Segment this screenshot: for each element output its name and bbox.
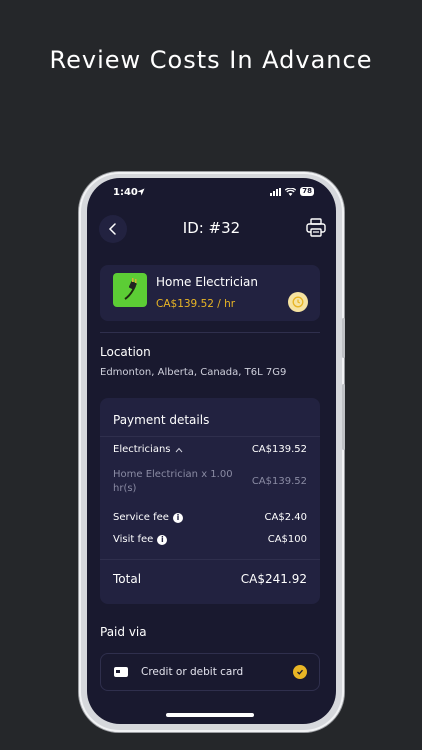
payment-details-card: Payment details Electricians CA$139.52 H… (100, 398, 320, 604)
line-item-value: CA$139.52 (251, 476, 307, 487)
visit-fee-value: CA$100 (267, 534, 307, 545)
credit-card-icon (114, 667, 128, 677)
wifi-icon (285, 187, 297, 196)
electricians-value: CA$139.52 (251, 444, 307, 455)
visit-fee-row: Visit fee i CA$100 (113, 534, 307, 545)
electricians-label: Electricians (113, 444, 171, 455)
signal-icon (270, 187, 282, 196)
clock-badge (288, 292, 308, 312)
service-fee-row: Service fee i CA$2.40 (113, 512, 307, 523)
divider (100, 559, 320, 560)
paid-via-title: Paid via (100, 625, 147, 639)
printer-icon (306, 218, 326, 237)
app-screen: 1:40 78 ID: #32 Home Electrician CA$139.… (87, 178, 336, 724)
home-indicator[interactable] (166, 713, 254, 717)
divider (100, 332, 320, 333)
location-title: Location (100, 345, 151, 359)
info-icon[interactable]: i (157, 534, 168, 545)
phone-side-button (342, 384, 345, 450)
clock-icon (292, 296, 304, 308)
service-card[interactable]: Home Electrician CA$139.52 / hr (100, 265, 320, 321)
total-value: CA$241.92 (240, 572, 307, 586)
service-rate: CA$139.52 / hr (156, 298, 236, 310)
service-fee-value: CA$2.40 (264, 512, 307, 523)
headline: Review Costs In Advance (49, 46, 373, 74)
location-address: Edmonton, Alberta, Canada, T6L 7G9 (100, 367, 287, 378)
total-row: Total CA$241.92 (113, 572, 307, 586)
status-time: 1:40 (113, 187, 138, 198)
payment-method-label: Credit or debit card (141, 666, 244, 678)
line-item-label: Home Electrician x 1.00 hr(s) (113, 469, 233, 494)
status-bar: 1:40 78 (87, 185, 336, 201)
line-item-row: Home Electrician x 1.00 hr(s) CA$139.52 (113, 468, 307, 496)
battery-indicator: 78 (300, 187, 314, 196)
electricians-row[interactable]: Electricians CA$139.52 (113, 444, 307, 455)
service-name: Home Electrician (156, 275, 259, 289)
service-fee-label: Service fee (113, 512, 169, 523)
payment-details-title: Payment details (113, 413, 210, 427)
chevron-up-icon (175, 447, 182, 452)
divider (100, 436, 320, 437)
page-title: ID: #32 (182, 219, 241, 237)
electrician-service-icon (113, 273, 147, 307)
check-circle-icon (293, 665, 307, 679)
info-icon[interactable]: i (172, 512, 183, 523)
total-label: Total (113, 572, 142, 586)
print-button[interactable] (306, 218, 326, 241)
location-arrow-icon (137, 188, 145, 196)
payment-method-option[interactable]: Credit or debit card (100, 653, 320, 691)
visit-fee-label: Visit fee (113, 534, 154, 545)
phone-side-button (342, 318, 345, 358)
